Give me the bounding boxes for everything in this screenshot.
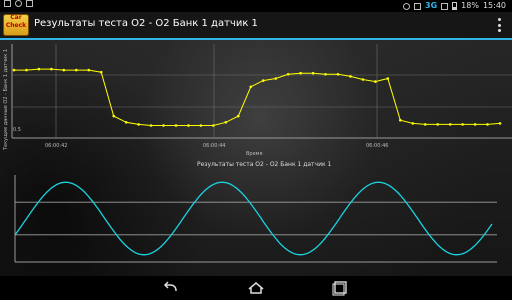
series-point xyxy=(199,124,203,127)
series-point xyxy=(237,114,240,118)
o2-wave-chart: Результаты теста O2 - O2 Банк 1 датчик 1 xyxy=(14,161,497,263)
charts-canvas: 0.5 06:00:42 06:00:44 06:00:46 Время Тек… xyxy=(3,44,512,263)
series-point xyxy=(62,68,66,72)
series-point xyxy=(75,68,78,72)
series-point xyxy=(99,70,103,74)
series-point xyxy=(448,123,452,126)
y-tick-label: 0.5 xyxy=(13,127,21,133)
back-icon[interactable] xyxy=(160,280,180,296)
series-point xyxy=(399,118,402,122)
series-points xyxy=(12,67,502,127)
series-point xyxy=(461,123,464,126)
series-point xyxy=(336,73,340,76)
x-tick-label-1: 06:00:42 xyxy=(45,143,67,149)
series-point xyxy=(12,68,16,72)
series-point xyxy=(349,75,352,78)
series-point xyxy=(37,67,41,71)
series-point xyxy=(473,123,477,126)
series-point xyxy=(124,121,128,124)
series-point xyxy=(498,122,502,125)
series-point xyxy=(386,77,390,80)
recents-icon[interactable] xyxy=(330,280,350,296)
series-point xyxy=(137,123,140,126)
home-icon[interactable] xyxy=(246,280,266,296)
series-point xyxy=(25,68,28,72)
series-point xyxy=(374,80,377,83)
series-point xyxy=(87,68,91,72)
wave-series-line xyxy=(14,181,493,256)
series-point xyxy=(224,121,228,124)
series-point xyxy=(261,79,265,82)
series-point xyxy=(249,85,253,89)
series-point xyxy=(286,73,290,76)
series-point xyxy=(112,114,115,118)
series-point xyxy=(324,73,327,76)
navigation-bar xyxy=(0,276,512,300)
series-line xyxy=(14,68,501,126)
o2-voltage-chart: 0.5 06:00:42 06:00:44 06:00:46 Время Тек… xyxy=(3,44,512,157)
series-point xyxy=(50,67,53,71)
series-point xyxy=(436,123,440,126)
series-point xyxy=(361,78,365,81)
series-point xyxy=(149,124,153,127)
series-point xyxy=(212,124,215,127)
series-point xyxy=(423,123,427,126)
series-point xyxy=(411,122,415,125)
x-tick-label-3: 06:00:46 xyxy=(366,143,388,149)
x-axis-label: Время xyxy=(246,151,262,157)
y-axis-label: Текущие данные O2 - Банк 1 датчик 1 xyxy=(3,49,9,151)
series-point xyxy=(299,71,302,75)
series-point xyxy=(187,124,190,127)
series-point xyxy=(162,124,165,127)
series-point xyxy=(274,77,278,80)
x-tick-label-2: 06:00:44 xyxy=(203,143,225,149)
series-point xyxy=(311,71,315,75)
bottom-chart-title: Результаты теста O2 - O2 Банк 1 датчик 1 xyxy=(197,161,332,168)
series-point xyxy=(486,123,489,126)
series-point xyxy=(174,124,178,127)
